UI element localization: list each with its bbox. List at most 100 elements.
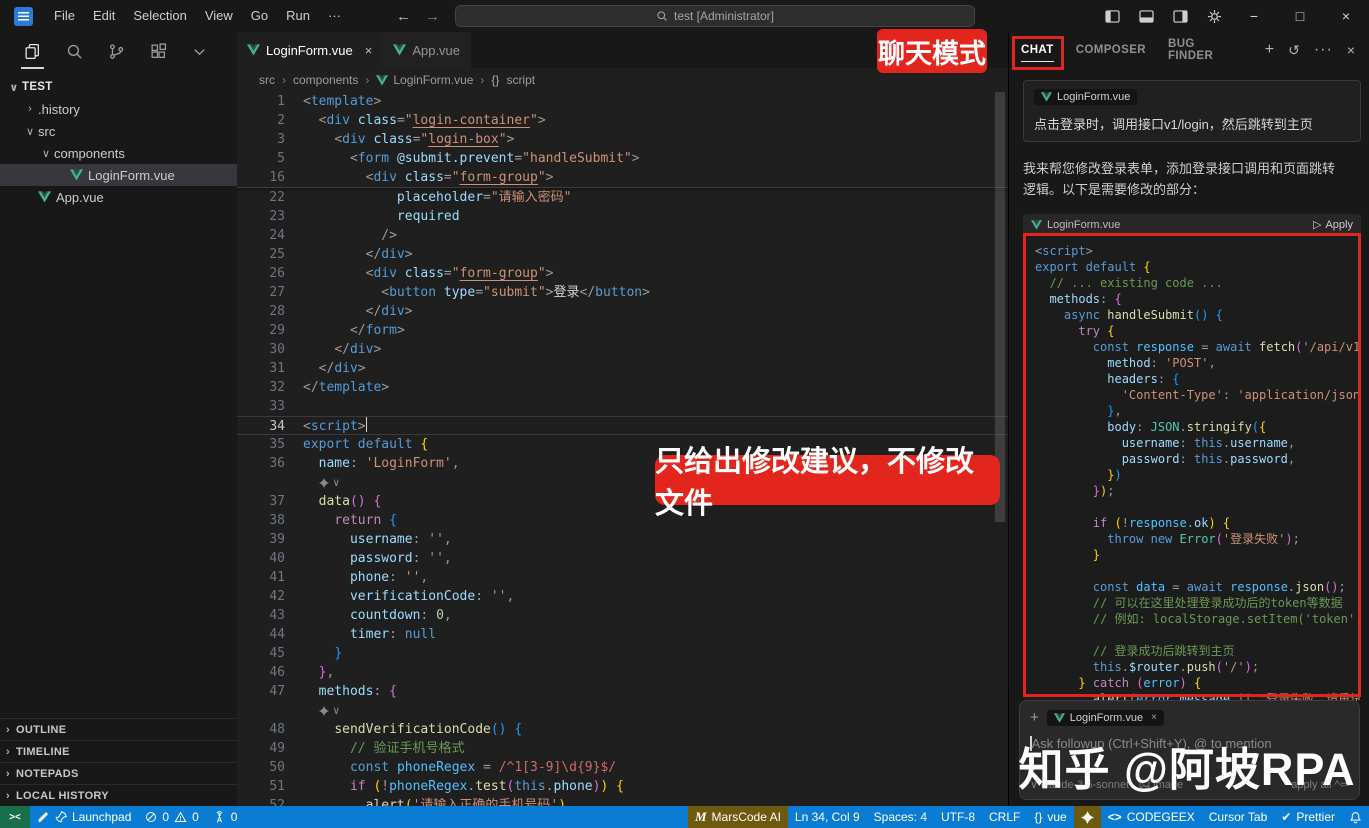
code-line[interactable]: 16 <div class="form-group"> [237,168,1008,187]
toggle-panel-bottom-icon[interactable] [1129,0,1163,32]
tree-root-test[interactable]: ∨ TEST [0,76,237,98]
menu-[interactable]: ··· [319,0,350,32]
tree-item-src[interactable]: ∨src [0,120,237,142]
code-line[interactable]: 39 username: '', [237,530,1008,549]
remote-indicator[interactable]: >< [0,806,30,828]
code-line[interactable]: 23 required [237,207,1008,226]
code-line[interactable]: 52 alert('请输入正确的手机号码') [237,796,1008,806]
tree-item-loginform-vue[interactable]: LoginForm.vue [0,164,237,186]
code-line[interactable]: 40 password: '', [237,549,1008,568]
tree-item--history[interactable]: ›.history [0,98,237,120]
close-panel-icon[interactable]: × [1347,42,1355,58]
chevron-down-icon[interactable] [192,44,207,61]
breadcrumb-components[interactable]: components [293,73,358,87]
apply-button[interactable]: ▷ Apply [1313,218,1353,231]
tree-item-app-vue[interactable]: App.vue [0,186,237,208]
menu-file[interactable]: File [45,0,84,32]
marscode-status-icon[interactable] [1074,806,1101,828]
command-search-input[interactable]: test [Administrator] [455,5,975,27]
code-line[interactable]: 41 phone: '', [237,568,1008,587]
code-line[interactable]: 51 if (!phoneRegex.test(this.phone)) { [237,777,1008,796]
code-line[interactable]: 25 </div> [237,245,1008,264]
menu-go[interactable]: Go [242,0,277,32]
close-window-button[interactable]: × [1323,0,1369,32]
toggle-sidebar-left-icon[interactable] [1095,0,1129,32]
code-line[interactable]: 28 </div> [237,302,1008,321]
back-arrow-icon[interactable]: ← [396,8,411,25]
code-line[interactable]: 27 <button type="submit">登录</button> [237,283,1008,302]
code-line[interactable]: 1<template> [237,92,1008,111]
maximize-button[interactable]: □ [1277,0,1323,32]
file-chip[interactable]: LoginForm.vue [1034,89,1137,105]
minimize-button[interactable]: − [1231,0,1277,32]
input-file-chip[interactable]: LoginForm.vue × [1047,710,1164,726]
code-line[interactable]: 31 </div> [237,359,1008,378]
more-actions-icon[interactable]: ··· [1314,41,1333,59]
marscode-codelens[interactable]: ∨ [319,701,340,720]
menu-edit[interactable]: Edit [84,0,124,32]
code-line[interactable]: 24 /> [237,226,1008,245]
marscode-ai-button[interactable]: M MarsCode AI [688,806,788,828]
code-line[interactable]: 22 placeholder="请输入密码" [237,188,1008,207]
cursor-tab-status[interactable]: Cursor Tab [1202,806,1274,828]
code-line[interactable]: 42 verificationCode: '', [237,587,1008,606]
codelens-row[interactable]: ∨ [237,701,1008,720]
code-line[interactable]: 46 }, [237,663,1008,682]
prettier-status[interactable]: ✔ Prettier [1274,806,1342,828]
code-line[interactable]: 26 <div class="form-group"> [237,264,1008,283]
code-line[interactable]: 3 <div class="login-box"> [237,130,1008,149]
section-timeline[interactable]: ›TIMELINE [0,740,237,762]
section-local-history[interactable]: ›LOCAL HISTORY [0,784,237,806]
ports-indicator[interactable]: 0 [206,806,245,828]
new-chat-icon[interactable]: + [1265,41,1274,59]
settings-gear-icon[interactable] [1197,0,1231,32]
code-line[interactable]: 32</template> [237,378,1008,397]
code-line[interactable]: 50 const phoneRegex = /^1[3-9]\d{9}$/ [237,758,1008,777]
launchpad-button[interactable]: Launchpad [30,806,138,828]
marscode-codelens[interactable]: ∨ [319,473,340,492]
toggle-sidebar-right-icon[interactable] [1163,0,1197,32]
section-outline[interactable]: ›OUTLINE [0,718,237,740]
tree-item-components[interactable]: ∨components [0,142,237,164]
code-line[interactable]: 33 [237,397,1008,416]
source-control-icon[interactable] [108,43,125,62]
menu-run[interactable]: Run [277,0,319,32]
search-sidebar-icon[interactable] [66,43,83,62]
menu-view[interactable]: View [196,0,242,32]
code-line[interactable]: 47 methods: { [237,682,1008,701]
tab-bug-finder[interactable]: BUG FINDER [1168,32,1243,68]
code-line[interactable]: 44 timer: null [237,625,1008,644]
breadcrumb-file[interactable]: LoginForm.vue [393,73,473,87]
section-notepads[interactable]: ›NOTEPADS [0,762,237,784]
code-line[interactable]: 34<script> [237,416,1008,435]
menu-selection[interactable]: Selection [124,0,195,32]
extensions-icon[interactable] [150,43,167,62]
tab-app-vue[interactable]: App.vue [383,32,471,68]
breadcrumb-script[interactable]: script [506,73,535,87]
code-line[interactable]: 45 } [237,644,1008,663]
eol-setting[interactable]: CRLF [982,806,1027,828]
code-line[interactable]: 48 sendVerificationCode() { [237,720,1008,739]
code-line[interactable]: 30 </div> [237,340,1008,359]
cursor-position[interactable]: Ln 34, Col 9 [788,806,867,828]
notifications-bell-icon[interactable] [1342,806,1369,828]
code-line[interactable]: 49 // 验证手机号格式 [237,739,1008,758]
explorer-icon[interactable] [24,43,41,62]
close-tab-icon[interactable]: × [365,43,373,58]
tab-composer[interactable]: COMPOSER [1076,32,1146,68]
encoding-setting[interactable]: UTF-8 [934,806,982,828]
remove-chip-icon[interactable]: × [1151,712,1157,723]
code-line[interactable]: 5 <form @submit.prevent="handleSubmit"> [237,149,1008,168]
codegeex-status[interactable]: <> CODEGEEX [1101,806,1202,828]
breadcrumb-src[interactable]: src [259,73,275,87]
code-line[interactable]: 2 <div class="login-container"> [237,111,1008,130]
history-icon[interactable]: ↺ [1288,42,1300,59]
tab-loginform-vue[interactable]: LoginForm.vue × [237,32,383,68]
indentation-setting[interactable]: Spaces: 4 [867,806,934,828]
problems-indicator[interactable]: 0 0 [138,806,205,828]
language-mode[interactable]: {} vue [1027,806,1073,828]
code-line[interactable]: 43 countdown: 0, [237,606,1008,625]
forward-arrow-icon[interactable]: → [425,8,440,25]
code-line[interactable]: 29 </form> [237,321,1008,340]
add-context-icon[interactable]: + [1030,709,1039,726]
